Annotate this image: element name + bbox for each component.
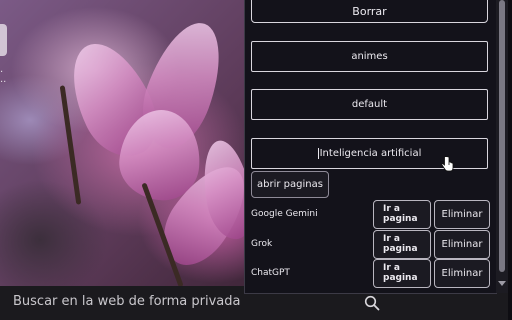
category-label: animes — [351, 51, 388, 62]
delete-label: Eliminar — [441, 239, 483, 250]
scrollbar-thumb[interactable] — [499, 0, 505, 272]
left-edge-dots: · ·· — [0, 67, 7, 88]
category-button-default[interactable]: default — [251, 89, 488, 120]
site-row: ChatGPT Ir a pagina Eliminar — [251, 259, 491, 288]
delete-label: Eliminar — [441, 268, 483, 279]
search-icon[interactable] — [364, 295, 380, 311]
open-pages-button[interactable]: abrir paginas — [251, 171, 329, 198]
site-row: Grok Ir a pagina Eliminar — [251, 230, 491, 259]
popup-scrollbar[interactable] — [496, 0, 508, 293]
delete-label: Eliminar — [441, 209, 483, 220]
category-button-animes[interactable]: animes — [251, 41, 488, 72]
hand-cursor-icon — [441, 156, 454, 172]
site-row: Google Gemini Ir a pagina Eliminar — [251, 200, 491, 229]
delete-button[interactable]: Eliminar — [434, 230, 490, 259]
go-to-page-button[interactable]: Ir a pagina — [373, 200, 431, 229]
delete-button[interactable]: Eliminar — [434, 200, 490, 229]
borrar-label: Borrar — [352, 5, 387, 18]
scroll-down-arrow-icon[interactable] — [498, 281, 506, 286]
left-edge-tab[interactable] — [0, 24, 7, 56]
go-to-page-button[interactable]: Ir a pagina — [373, 230, 431, 259]
category-label: Inteligencia artificial — [319, 148, 422, 159]
delete-button[interactable]: Eliminar — [434, 259, 490, 288]
extension-popup: Borrar animes default Inteligencia artif… — [244, 0, 497, 294]
site-name: ChatGPT — [251, 268, 290, 278]
go-to-page-button[interactable]: Ir a pagina — [373, 259, 431, 288]
site-name: Grok — [251, 239, 273, 249]
search-input[interactable]: Buscar en la web de forma privada — [13, 294, 241, 309]
site-name: Google Gemini — [251, 209, 318, 219]
category-label: default — [351, 99, 388, 110]
right-edge-panel — [508, 0, 512, 320]
text-caret — [317, 148, 319, 159]
borrar-button[interactable]: Borrar — [251, 0, 488, 23]
open-pages-label: abrir paginas — [257, 179, 323, 190]
